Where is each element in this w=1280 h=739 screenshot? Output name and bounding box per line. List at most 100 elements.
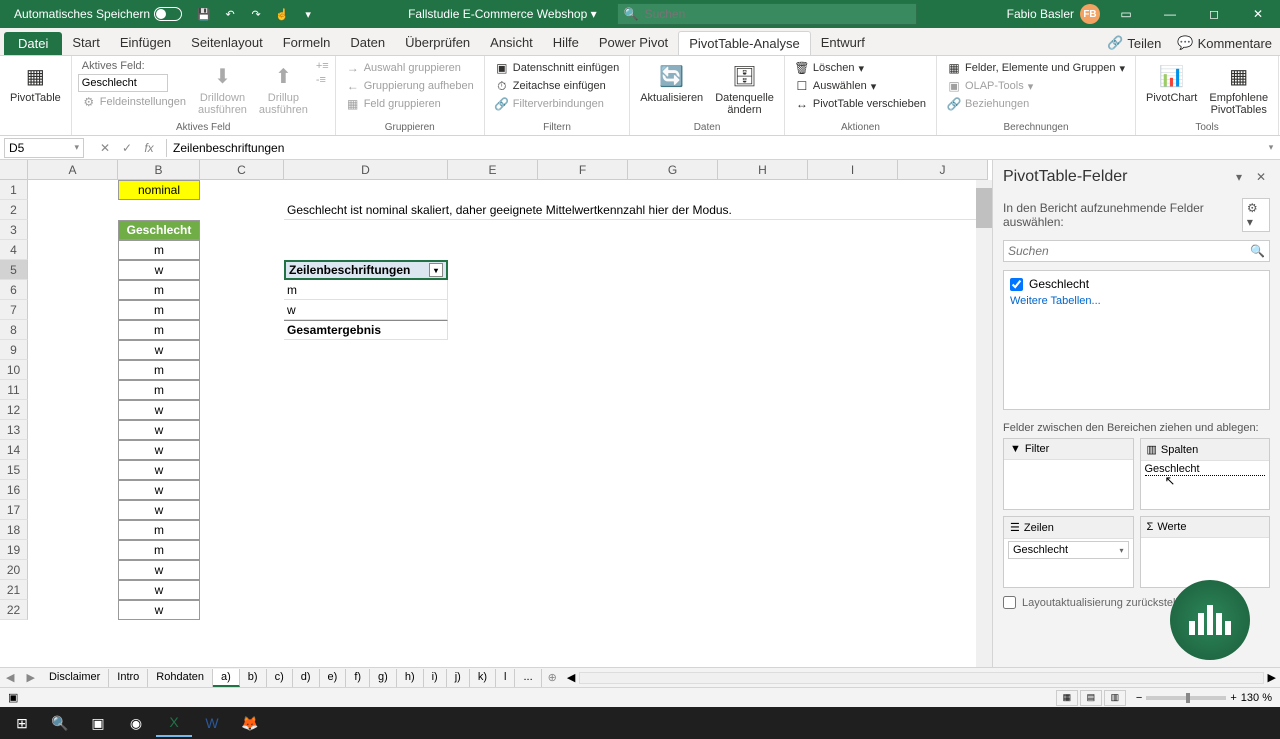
row-header-3[interactable]: 3 xyxy=(0,220,28,240)
sheet-tab-c)[interactable]: c) xyxy=(267,669,293,687)
page-layout-icon[interactable]: ▤ xyxy=(1080,690,1102,706)
maximize-icon[interactable]: ◻ xyxy=(1196,0,1232,28)
minimize-icon[interactable]: — xyxy=(1152,0,1188,28)
scroll-right-icon[interactable]: ▶ xyxy=(1268,671,1276,684)
row-header-1[interactable]: 1 xyxy=(0,180,28,200)
close-icon[interactable]: ✕ xyxy=(1240,0,1276,28)
zoom-slider[interactable] xyxy=(1146,696,1226,700)
cell-B4[interactable]: m xyxy=(118,240,200,260)
ungroup-button[interactable]: ←Gruppierung aufheben xyxy=(342,78,478,94)
row-header-14[interactable]: 14 xyxy=(0,440,28,460)
fx-icon[interactable]: fx xyxy=(140,139,158,157)
sheet-tab-...[interactable]: ... xyxy=(515,669,541,687)
comments-button[interactable]: 💬 Kommentare xyxy=(1169,31,1280,55)
column-header-C[interactable]: C xyxy=(200,160,284,180)
cell-B8[interactable]: m xyxy=(118,320,200,340)
row-header-5[interactable]: 5 xyxy=(0,260,28,280)
cell-B20[interactable]: w xyxy=(118,560,200,580)
sheet-tab-j)[interactable]: j) xyxy=(447,669,470,687)
sheet-tab-d)[interactable]: d) xyxy=(293,669,320,687)
excel-icon[interactable]: X xyxy=(156,709,192,737)
row-header-18[interactable]: 18 xyxy=(0,520,28,540)
undo-icon[interactable]: ↶ xyxy=(220,4,240,24)
insert-timeline-button[interactable]: ⏱Zeitachse einfügen xyxy=(491,78,623,94)
olap-tools-button[interactable]: ▣OLAP-Tools ▾ xyxy=(943,78,1129,94)
sheet-tab-f)[interactable]: f) xyxy=(346,669,370,687)
cell-D7[interactable]: w xyxy=(284,300,448,320)
drillup-button[interactable]: ⬆Drillup ausführen xyxy=(255,60,312,118)
more-tables-link[interactable]: Weitere Tabellen... xyxy=(1008,293,1265,309)
sheet-tab-k)[interactable]: k) xyxy=(470,669,496,687)
zoom-in-icon[interactable]: + xyxy=(1230,692,1236,704)
row-header-15[interactable]: 15 xyxy=(0,460,28,480)
cell-B19[interactable]: m xyxy=(118,540,200,560)
cell-B3[interactable]: Geschlecht xyxy=(118,220,200,240)
start-button[interactable]: ⊞ xyxy=(4,709,40,737)
pane-close-icon[interactable]: ✕ xyxy=(1252,168,1270,186)
row-header-8[interactable]: 8 xyxy=(0,320,28,340)
search-taskbar-icon[interactable]: 🔍 xyxy=(42,709,78,737)
firefox-icon[interactable]: 🦊 xyxy=(232,709,268,737)
taskview-icon[interactable]: ▣ xyxy=(80,709,116,737)
row-header-22[interactable]: 22 xyxy=(0,600,28,620)
add-sheet-button[interactable]: ⊕ xyxy=(542,671,563,684)
autosave-toggle[interactable]: Automatisches Speichern xyxy=(8,5,188,23)
columns-drop-zone[interactable]: ▥Spalten Geschlecht ↖ xyxy=(1140,438,1271,510)
row-header-19[interactable]: 19 xyxy=(0,540,28,560)
save-icon[interactable]: 💾 xyxy=(194,4,214,24)
pivot-dropdown-icon[interactable]: ▾ xyxy=(429,263,443,277)
ribbon-options-icon[interactable]: ▭ xyxy=(1108,0,1144,28)
sheet-nav-prev[interactable]: ◀ xyxy=(0,671,20,684)
refresh-button[interactable]: 🔄Aktualisieren xyxy=(636,60,707,106)
cell-B1[interactable]: nominal xyxy=(118,180,200,200)
sheet-tab-Disclaimer[interactable]: Disclaimer xyxy=(41,669,109,687)
vertical-scrollbar[interactable] xyxy=(976,180,992,667)
rows-drop-zone[interactable]: ☰Zeilen Geschlecht▾ xyxy=(1003,516,1134,588)
search-box[interactable]: 🔍 xyxy=(617,3,917,25)
column-header-J[interactable]: J xyxy=(898,160,988,180)
pivotchart-button[interactable]: 📊PivotChart xyxy=(1142,60,1201,106)
cell-B18[interactable]: m xyxy=(118,520,200,540)
enter-icon[interactable]: ✓ xyxy=(118,139,136,157)
cell-B21[interactable]: w xyxy=(118,580,200,600)
data-source-button[interactable]: 🗄Datenquelle ändern xyxy=(711,60,778,118)
cell-B22[interactable]: w xyxy=(118,600,200,620)
tab-file[interactable]: Datei xyxy=(4,32,62,55)
cell-D6[interactable]: m xyxy=(284,280,448,300)
row-header-2[interactable]: 2 xyxy=(0,200,28,220)
row-header-21[interactable]: 21 xyxy=(0,580,28,600)
field-settings-button[interactable]: ⚙Feldeinstellungen xyxy=(78,94,190,110)
group-selection-button[interactable]: →Auswahl gruppieren xyxy=(342,60,478,76)
tab-seitenlayout[interactable]: Seitenlayout xyxy=(181,31,273,55)
share-button[interactable]: 🔗 Teilen xyxy=(1099,31,1169,55)
recommended-pivot-button[interactable]: ▦Empfohlene PivotTables xyxy=(1205,60,1272,118)
row-header-11[interactable]: 11 xyxy=(0,380,28,400)
sheet-tab-a)[interactable]: a) xyxy=(213,669,240,687)
group-field-button[interactable]: ▦Feld gruppieren xyxy=(342,96,478,112)
tab-entwurf[interactable]: Entwurf xyxy=(811,31,875,55)
filter-connections-button[interactable]: 🔗Filterverbindungen xyxy=(491,96,623,112)
tab-power pivot[interactable]: Power Pivot xyxy=(589,31,678,55)
field-search-input[interactable]: 🔍 xyxy=(1003,240,1270,262)
cell-B5[interactable]: w xyxy=(118,260,200,280)
touch-icon[interactable]: ☝ xyxy=(272,4,292,24)
tab-überprüfen[interactable]: Überprüfen xyxy=(395,31,480,55)
column-header-G[interactable]: G xyxy=(628,160,718,180)
cell-B17[interactable]: w xyxy=(118,500,200,520)
tab-ansicht[interactable]: Ansicht xyxy=(480,31,543,55)
sheet-tab-g)[interactable]: g) xyxy=(370,669,397,687)
move-pivottable-button[interactable]: ↔PivotTable verschieben xyxy=(791,96,930,112)
row-header-16[interactable]: 16 xyxy=(0,480,28,500)
zoom-level[interactable]: 130 % xyxy=(1241,692,1272,704)
filter-drop-zone[interactable]: ▼Filter xyxy=(1003,438,1134,510)
cell-B10[interactable]: m xyxy=(118,360,200,380)
row-header-6[interactable]: 6 xyxy=(0,280,28,300)
tab-start[interactable]: Start xyxy=(62,31,109,55)
tab-pivottable-analyse[interactable]: PivotTable-Analyse xyxy=(678,31,811,55)
scroll-left-icon[interactable]: ◀ xyxy=(567,671,575,684)
app-icon[interactable]: ◉ xyxy=(118,709,154,737)
insert-slicer-button[interactable]: ▣Datenschnitt einfügen xyxy=(491,60,623,76)
sheet-tab-Rohdaten[interactable]: Rohdaten xyxy=(148,669,213,687)
select-all-button[interactable] xyxy=(0,160,28,180)
pivottable-button[interactable]: ▦ PivotTable xyxy=(6,60,65,106)
